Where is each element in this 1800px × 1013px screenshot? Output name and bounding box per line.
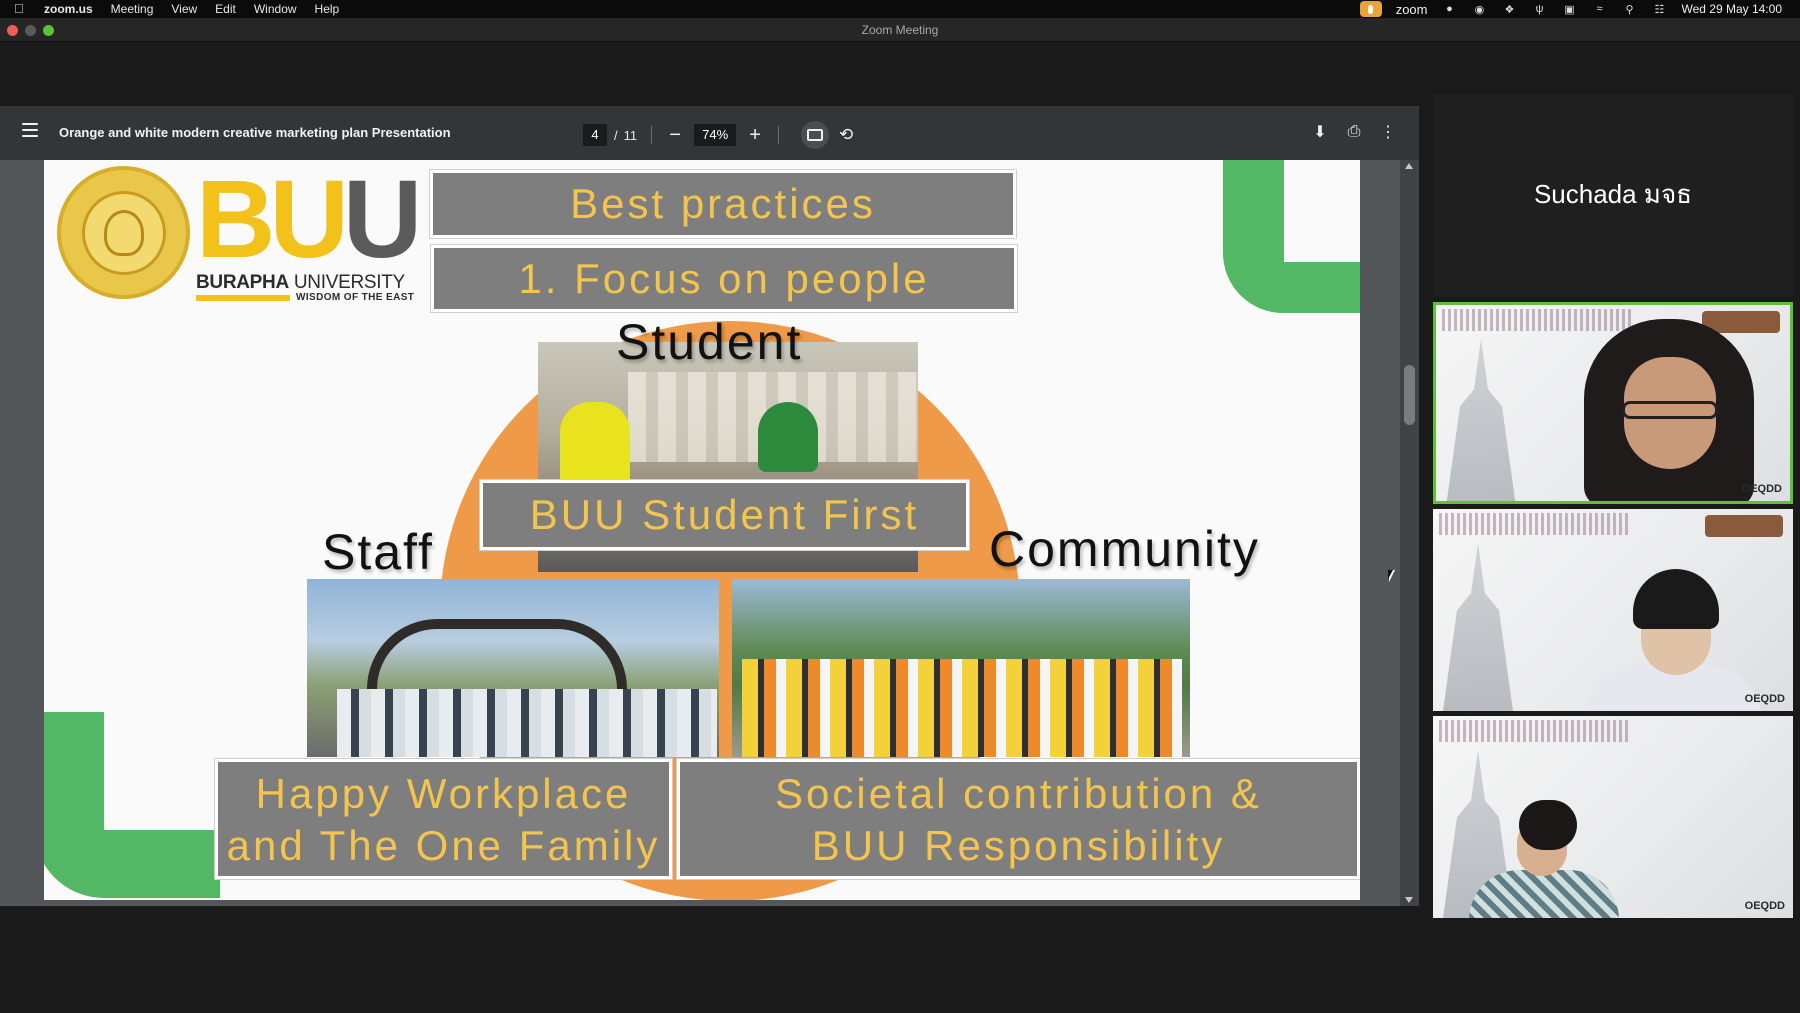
pdf-toolbar: Orange and white modern creative marketi… — [0, 106, 1419, 160]
menu-edit[interactable]: Edit — [215, 2, 236, 16]
virtual-background-temple — [1443, 543, 1513, 711]
participant-video — [1469, 800, 1629, 918]
menu-meeting[interactable]: Meeting — [111, 2, 154, 16]
apple-menu-icon[interactable]:  — [14, 2, 28, 16]
control-center-icon[interactable]: ☷ — [1651, 3, 1667, 16]
university-seal-logo — [57, 166, 190, 299]
student-first-box: BUU Student First — [479, 479, 970, 551]
page-controls: 4 / 11 − 74% + ⟲ — [583, 121, 857, 149]
participant-video-tile[interactable]: OEQDD — [1433, 716, 1793, 918]
participant-hair — [1633, 569, 1719, 629]
virtual-background-banner — [1439, 720, 1629, 742]
active-speaker-panel[interactable]: Suchada มจธ — [1433, 94, 1793, 297]
more-options-icon[interactable]: ⋮ — [1379, 120, 1397, 144]
staff-run-photo — [307, 579, 719, 757]
shared-pdf-viewer: Orange and white modern creative marketi… — [0, 106, 1419, 906]
antenna-icon[interactable]: ψ — [1531, 3, 1547, 15]
print-icon[interactable]: ⎙ — [1345, 120, 1363, 144]
zoom-level-input[interactable]: 74% — [694, 124, 737, 146]
toolbar-divider-2 — [778, 126, 780, 144]
happy-workplace-line-2: and The One Family — [226, 822, 661, 869]
university-name-rest: UNIVERSITY — [288, 272, 405, 293]
menu-window[interactable]: Window — [254, 2, 297, 16]
menu-clock[interactable]: Wed 29 May 14:00 — [1681, 2, 1782, 16]
buu-wordmark-logo: BUU BURAPHA UNIVERSITY WISDOM OF THE EAS… — [196, 165, 422, 303]
university-name-bold: BURAPHA — [196, 272, 289, 293]
green-corner-cutout — [1284, 160, 1360, 262]
community-volunteers — [742, 659, 1182, 757]
chat-icon[interactable]: ● — [1441, 3, 1457, 15]
microphone-indicator-icon[interactable] — [1359, 1, 1382, 17]
seal-emblem — [103, 209, 144, 256]
buu-letters-gold: BU — [196, 160, 349, 281]
zoom-out-button[interactable]: − — [666, 124, 684, 146]
societal-contribution-line-2: BUU Responsibility — [811, 822, 1226, 869]
hamburger-menu-icon[interactable] — [22, 123, 38, 137]
participant-glasses — [1622, 401, 1718, 419]
scroll-down-arrow-icon[interactable] — [1405, 897, 1413, 903]
oeqdd-logo: OEQDD — [1744, 900, 1785, 912]
active-speaker-name: Suchada มจธ — [1533, 179, 1693, 209]
toolbar-actions: ⬇ ⎙ ⋮ — [1311, 120, 1397, 144]
virtual-background-temple — [1446, 339, 1516, 501]
window-title: Zoom Meeting — [861, 23, 939, 37]
fit-to-page-button[interactable] — [801, 121, 830, 149]
player-green-jersey — [758, 402, 818, 472]
slide-title-box: Best practices — [429, 169, 1017, 239]
buu-letters: BUU — [196, 165, 422, 275]
participant-video-tile[interactable]: OEQDD — [1433, 509, 1793, 711]
mac-menu-bar:  zoom.us Meeting View Edit Window Help … — [0, 0, 1800, 18]
rotate-icon[interactable]: ⟲ — [835, 124, 857, 146]
oeqdd-logo: OEQDD — [1741, 483, 1782, 495]
toolbar-divider — [651, 126, 653, 144]
oeqdd-logo: OEQDD — [1744, 693, 1785, 705]
buu-letters-grey: U — [342, 160, 422, 281]
menu-help[interactable]: Help — [315, 2, 340, 16]
participant-name-tag — [1705, 515, 1783, 537]
community-label: Community — [989, 521, 1260, 577]
zoom-in-button[interactable]: + — [746, 124, 764, 146]
document-title: Orange and white modern creative marketi… — [59, 125, 451, 140]
staff-label: Staff — [322, 524, 434, 580]
menu-view[interactable]: View — [171, 2, 197, 16]
scroll-thumb[interactable] — [1404, 365, 1415, 425]
logo-gold-bar — [196, 295, 290, 301]
input-source-icon[interactable]: ▣ — [1561, 3, 1577, 16]
meeting-stage: Orange and white modern creative marketi… — [0, 42, 1800, 1013]
virtual-background-banner — [1439, 513, 1629, 535]
university-name: BURAPHA UNIVERSITY — [196, 272, 405, 294]
spotlight-search-icon[interactable]: ⚲ — [1621, 3, 1637, 16]
wifi-icon[interactable]: ≈ — [1591, 3, 1607, 15]
happy-workplace-line-1: Happy Workplace — [255, 770, 632, 817]
staff-runners — [337, 689, 717, 757]
participant-video-tile[interactable]: OEQDD — [1433, 302, 1793, 504]
participant-video — [1583, 569, 1763, 711]
vpn-icon[interactable]: ◉ — [1471, 3, 1487, 16]
fit-page-icon — [807, 129, 824, 141]
page-total: 11 — [623, 127, 638, 143]
mouse-cursor-icon — [1388, 570, 1395, 582]
staff-photo-arch — [367, 619, 627, 689]
menu-app-name[interactable]: zoom.us — [44, 2, 93, 16]
societal-contribution-box: Societal contribution & BUU Responsibili… — [676, 758, 1360, 880]
happy-workplace-box: Happy Workplace and The One Family — [214, 758, 673, 880]
window-title-bar: Zoom Meeting — [0, 18, 1800, 42]
pdf-scrollbar[interactable] — [1400, 160, 1419, 906]
scroll-up-arrow-icon[interactable] — [1405, 163, 1413, 169]
participant-hair — [1519, 800, 1577, 850]
university-tagline: WISDOM OF THE EAST — [296, 292, 415, 303]
slide-page: BUU BURAPHA UNIVERSITY WISDOM OF THE EAS… — [44, 160, 1360, 900]
participant-video — [1584, 319, 1754, 501]
download-icon[interactable]: ⬇ — [1311, 120, 1329, 144]
dropbox-icon[interactable]: ❖ — [1501, 3, 1517, 16]
community-group-photo — [732, 579, 1190, 757]
slide-subtitle-box: 1. Focus on people — [430, 244, 1018, 313]
societal-contribution-line-1: Societal contribution & — [775, 770, 1262, 817]
zoom-status-menu[interactable]: zoom — [1396, 2, 1428, 17]
page-number-input[interactable]: 4 — [583, 124, 607, 146]
participant-body — [1469, 870, 1619, 918]
page-separator: / — [614, 127, 618, 143]
student-label: Student — [616, 314, 803, 370]
seal-inner-ring — [81, 190, 166, 275]
